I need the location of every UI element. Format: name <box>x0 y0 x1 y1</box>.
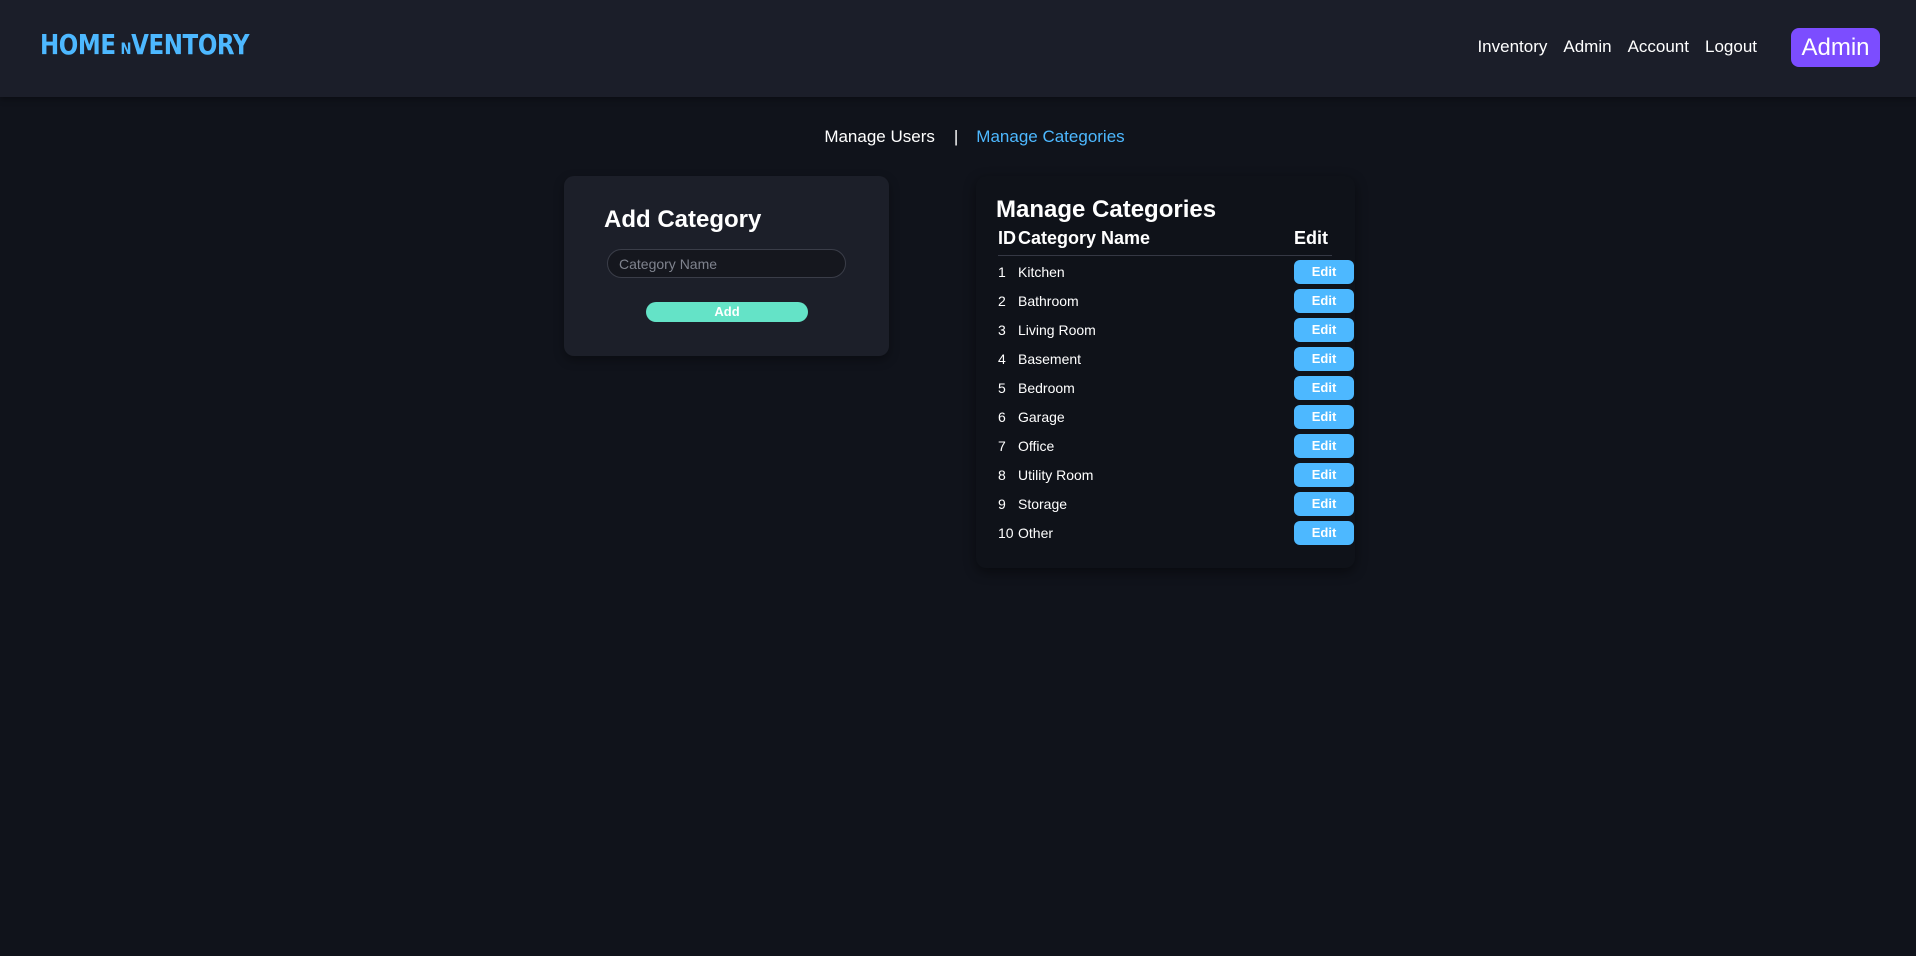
add-category-button[interactable]: Add <box>646 302 808 322</box>
category-name: Bathroom <box>1018 293 1079 309</box>
admin-subnav: Manage Users | Manage Categories <box>0 126 1916 148</box>
subnav-separator: | <box>953 127 959 146</box>
category-id: 7 <box>998 438 1006 454</box>
table-row: 7 Office Edit <box>998 434 1354 463</box>
category-name: Living Room <box>1018 322 1096 338</box>
table-row: 6 Garage Edit <box>998 405 1354 434</box>
nav-link-admin[interactable]: Admin <box>1563 36 1611 58</box>
nav-link-account[interactable]: Account <box>1628 36 1689 58</box>
category-name: Bedroom <box>1018 380 1075 396</box>
category-id: 3 <box>998 322 1006 338</box>
edit-category-button[interactable]: Edit <box>1294 434 1354 458</box>
category-id: 1 <box>998 264 1006 280</box>
table-row: 9 Storage Edit <box>998 492 1354 521</box>
edit-category-button[interactable]: Edit <box>1294 521 1354 545</box>
categories-table-body: 1 Kitchen Edit 2 Bathroom Edit 3 Living … <box>998 260 1354 550</box>
category-name: Office <box>1018 438 1055 454</box>
top-navbar: HOME N VENTORY Inventory Admin Account L… <box>0 0 1916 97</box>
add-category-title: Add Category <box>604 206 762 233</box>
category-id: 2 <box>998 293 1006 309</box>
edit-category-button[interactable]: Edit <box>1294 492 1354 516</box>
table-header: ID Category Name Edit <box>998 228 1332 256</box>
edit-category-button[interactable]: Edit <box>1294 289 1354 313</box>
brand-logo-part-n: N <box>120 39 132 58</box>
category-id: 5 <box>998 380 1006 396</box>
category-name: Basement <box>1018 351 1082 367</box>
table-row: 5 Bedroom Edit <box>998 376 1354 405</box>
manage-categories-title: Manage Categories <box>996 196 1217 223</box>
category-id: 6 <box>998 409 1006 425</box>
manage-categories-card: Manage Categories ID Category Name Edit … <box>976 176 1355 568</box>
column-header-category-name: Category Name <box>1018 228 1151 248</box>
category-id: 4 <box>998 351 1006 367</box>
edit-category-button[interactable]: Edit <box>1294 347 1354 371</box>
brand-logo-part-home: HOME <box>40 28 116 61</box>
category-name: Utility Room <box>1018 467 1094 483</box>
column-header-edit: Edit <box>1294 228 1328 248</box>
subnav-link-manage-users[interactable]: Manage Users <box>824 126 935 148</box>
brand-logo-part-ventory: VENTORY <box>131 28 250 61</box>
category-id: 9 <box>998 496 1006 512</box>
table-row: 2 Bathroom Edit <box>998 289 1354 318</box>
table-row: 8 Utility Room Edit <box>998 463 1354 492</box>
column-header-id: ID <box>998 228 1016 248</box>
add-category-card: Add Category Add <box>564 176 889 356</box>
edit-category-button[interactable]: Edit <box>1294 405 1354 429</box>
edit-category-button[interactable]: Edit <box>1294 318 1354 342</box>
edit-category-button[interactable]: Edit <box>1294 463 1354 487</box>
category-name: Garage <box>1018 409 1065 425</box>
edit-category-button[interactable]: Edit <box>1294 376 1354 400</box>
category-name: Storage <box>1018 496 1068 512</box>
table-row: 4 Basement Edit <box>998 347 1354 376</box>
main-nav: Inventory Admin Account Logout <box>1477 36 1757 58</box>
table-row: 3 Living Room Edit <box>998 318 1354 347</box>
nav-link-logout[interactable]: Logout <box>1705 36 1757 58</box>
table-row: 1 Kitchen Edit <box>998 260 1354 289</box>
user-role-badge[interactable]: Admin <box>1791 28 1880 67</box>
subnav-link-manage-categories[interactable]: Manage Categories <box>976 126 1124 148</box>
edit-category-button[interactable]: Edit <box>1294 260 1354 284</box>
brand-logo[interactable]: HOME N VENTORY <box>40 28 250 64</box>
category-name: Kitchen <box>1018 264 1065 280</box>
nav-link-inventory[interactable]: Inventory <box>1477 36 1547 58</box>
table-row: 10 Other Edit <box>998 521 1354 550</box>
category-name: Other <box>1018 525 1054 541</box>
category-name-input[interactable] <box>607 249 846 278</box>
category-id: 8 <box>998 467 1006 483</box>
category-id: 10 <box>998 525 1014 541</box>
